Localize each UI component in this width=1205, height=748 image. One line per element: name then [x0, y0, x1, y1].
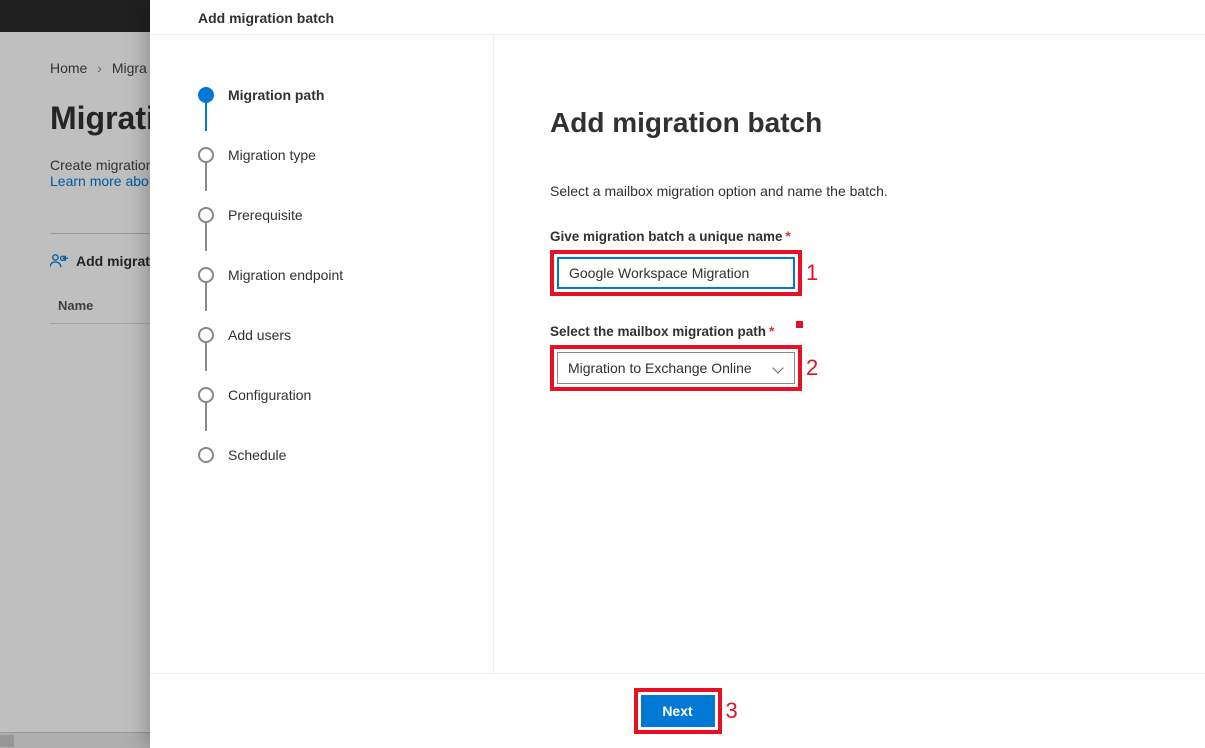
step-add-users[interactable]: Add users	[198, 305, 473, 365]
step-migration-type[interactable]: Migration type	[198, 125, 473, 185]
step-bullet-icon	[198, 87, 214, 103]
step-bullet-icon	[198, 327, 214, 343]
annotation-square	[796, 321, 803, 328]
panel-footer: Next 3	[150, 673, 1205, 748]
step-bullet-icon	[198, 447, 214, 463]
panel-content: Add migration batch Select a mailbox mig…	[494, 35, 1205, 673]
batch-name-label: Give migration batch a unique name	[550, 229, 783, 244]
batch-name-input[interactable]	[557, 257, 795, 289]
annotation-box-1: 1	[550, 250, 802, 296]
breadcrumb-current: Migra	[112, 60, 147, 76]
form-title: Add migration batch	[550, 107, 1149, 139]
migration-path-field: Select the mailbox migration path* Migra…	[550, 324, 802, 391]
required-asterisk: *	[786, 229, 791, 244]
step-label: Migration path	[228, 87, 324, 103]
batch-name-field: Give migration batch a unique name* 1	[550, 229, 802, 296]
step-migration-path[interactable]: Migration path	[198, 65, 473, 125]
step-schedule[interactable]: Schedule	[198, 425, 473, 485]
migration-path-label: Select the mailbox migration path	[550, 324, 766, 339]
required-asterisk: *	[769, 324, 774, 339]
step-label: Prerequisite	[228, 207, 303, 223]
migration-path-value: Migration to Exchange Online	[568, 360, 752, 376]
step-bullet-icon	[198, 267, 214, 283]
annotation-label-3: 3	[726, 698, 738, 724]
migration-flyout: Add migration batch Migration pathMigrat…	[150, 0, 1205, 748]
migration-path-select[interactable]: Migration to Exchange Online	[557, 352, 795, 384]
add-migration-button[interactable]: Add migrat	[76, 253, 150, 269]
next-button[interactable]: Next	[641, 695, 715, 727]
form-helper-text: Select a mailbox migration option and na…	[550, 183, 1149, 199]
step-label: Migration endpoint	[228, 267, 343, 283]
step-prerequisite[interactable]: Prerequisite	[198, 185, 473, 245]
step-bullet-icon	[198, 387, 214, 403]
step-bullet-icon	[198, 147, 214, 163]
step-label: Migration type	[228, 147, 316, 163]
chevron-right-icon: ›	[97, 60, 102, 76]
step-label: Add users	[228, 327, 291, 343]
step-bullet-icon	[198, 207, 214, 223]
add-people-icon	[50, 252, 68, 270]
stepper: Migration path Migration type Prerequisite…	[150, 35, 494, 673]
step-label: Schedule	[228, 447, 286, 463]
step-label: Configuration	[228, 387, 311, 403]
step-configuration[interactable]: Configuration	[198, 365, 473, 425]
step-migration-endpoint[interactable]: Migration endpoint	[198, 245, 473, 305]
annotation-label-2: 2	[806, 355, 818, 381]
breadcrumb-home[interactable]: Home	[50, 60, 87, 76]
chevron-down-icon	[772, 362, 784, 374]
annotation-box-2: Migration to Exchange Online 2	[550, 345, 802, 391]
annotation-box-3: Next 3	[634, 688, 722, 734]
annotation-label-1: 1	[806, 260, 818, 286]
panel-header: Add migration batch	[150, 0, 1205, 35]
